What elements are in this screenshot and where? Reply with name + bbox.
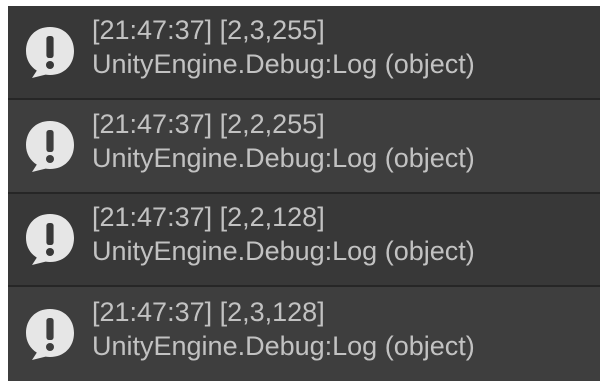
- info-speech-bubble-icon: [8, 100, 92, 192]
- log-stack-trace: UnityEngine.Debug:Log (object): [92, 142, 475, 173]
- log-message: [21:47:37] [2,2,128]: [92, 202, 325, 233]
- log-stack-trace: UnityEngine.Debug:Log (object): [92, 48, 475, 79]
- log-entry[interactable]: [21:47:37] [2,3,255] UnityEngine.Debug:L…: [8, 6, 600, 100]
- log-stack-trace: UnityEngine.Debug:Log (object): [92, 331, 475, 362]
- log-message: [21:47:37] [2,2,255]: [92, 108, 325, 139]
- info-speech-bubble-icon: [8, 6, 92, 98]
- log-message: [21:47:37] [2,3,128]: [92, 297, 325, 328]
- log-entry[interactable]: [21:47:37] [2,2,128] UnityEngine.Debug:L…: [8, 193, 600, 288]
- log-stack-trace: UnityEngine.Debug:Log (object): [92, 236, 475, 267]
- log-entry[interactable]: [21:47:37] [2,3,128] UnityEngine.Debug:L…: [8, 287, 600, 381]
- log-message: [21:47:37] [2,3,255]: [92, 14, 325, 45]
- info-speech-bubble-icon: [8, 194, 92, 286]
- info-speech-bubble-icon: [8, 287, 92, 381]
- console-log-panel: [21:47:37] [2,3,255] UnityEngine.Debug:L…: [8, 6, 600, 381]
- log-entry[interactable]: [21:47:37] [2,2,255] UnityEngine.Debug:L…: [8, 99, 600, 194]
